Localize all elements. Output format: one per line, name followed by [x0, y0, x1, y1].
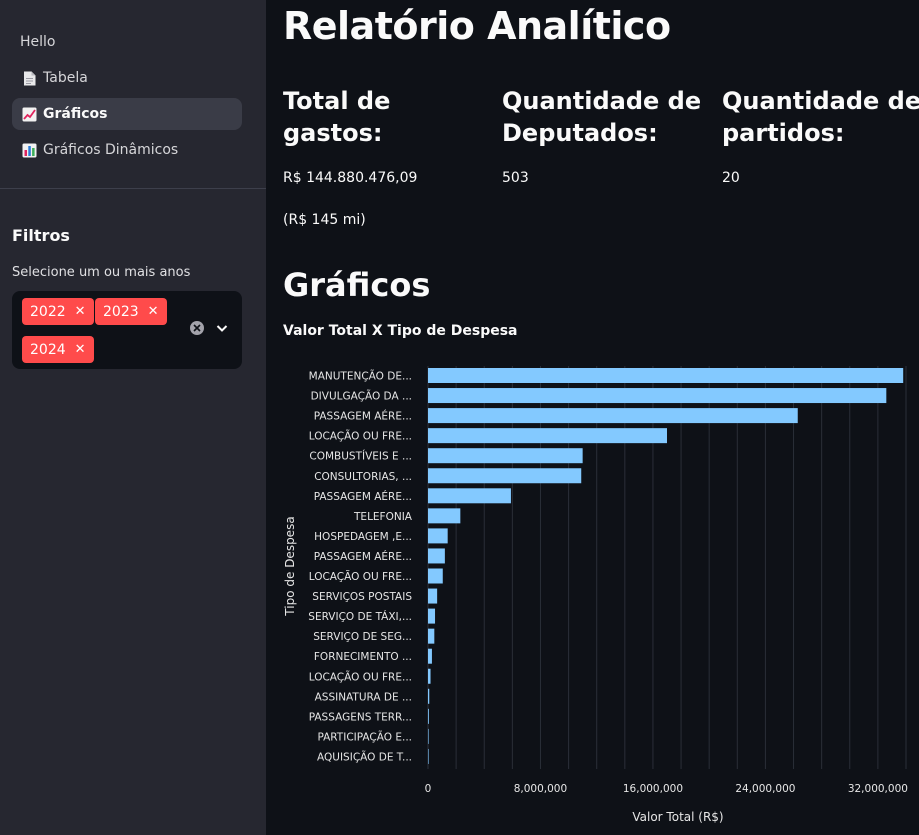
- year-tag[interactable]: 2022 ✕: [22, 298, 94, 325]
- metric-deputados-label: Quantidade de Deputados:: [502, 87, 702, 147]
- clear-all-icon[interactable]: [190, 321, 204, 335]
- bar-chart-icon: [20, 142, 38, 158]
- x-tick-label: 24,000,000: [735, 783, 795, 795]
- metric-total-gastos-value: R$ 144.880.476,09: [283, 170, 418, 186]
- year-tag[interactable]: 2023 ✕: [95, 298, 167, 325]
- metric-partidos-value: 20: [722, 170, 740, 186]
- nav-item-graficos-dinamicos[interactable]: Gráficos Dinâmicos: [12, 134, 242, 166]
- bar: [428, 588, 438, 604]
- page-title: Relatório Analítico: [283, 4, 671, 48]
- filters-heading: Filtros: [12, 226, 70, 245]
- main-content: Relatório Analítico Total de gastos: Qua…: [266, 0, 919, 835]
- category-label: SERVIÇOS POSTAIS: [312, 591, 412, 603]
- category-label: FORNECIMENTO ...: [314, 651, 412, 663]
- x-tick-label: 0: [425, 783, 432, 795]
- category-label: LOCAÇÃO OU FRE...: [309, 430, 412, 443]
- bar: [428, 388, 887, 404]
- bar: [428, 608, 436, 624]
- sidebar-nav: Hello Tabela Gráficos Gráficos Dinâmicos: [12, 26, 242, 170]
- bar: [428, 528, 448, 544]
- chevron-down-icon[interactable]: [215, 320, 229, 334]
- category-label: LOCAÇÃO OU FRE...: [309, 670, 412, 683]
- chart-title: Valor Total X Tipo de Despesa: [283, 323, 518, 339]
- year-multiselect[interactable]: 2022 ✕ 2023 ✕ 2024 ✕: [12, 291, 242, 369]
- metric-deputados-value: 503: [502, 170, 529, 186]
- category-label: SERVIÇO DE TÁXI,...: [308, 610, 412, 623]
- bar: [428, 748, 429, 764]
- nav-item-tabela[interactable]: Tabela: [12, 62, 242, 94]
- remove-tag-icon[interactable]: ✕: [75, 342, 86, 357]
- category-label: TELEFONIA: [353, 511, 413, 523]
- year-select-label: Selecione um ou mais anos: [12, 265, 191, 280]
- year-tag[interactable]: 2024 ✕: [22, 336, 94, 363]
- nav-item-label: Gráficos: [43, 106, 108, 122]
- year-tag-label: 2022: [30, 303, 66, 320]
- bar: [428, 728, 429, 744]
- category-label: AQUISIÇÃO DE T...: [317, 750, 412, 763]
- year-tag-label: 2024: [30, 341, 66, 358]
- chart-increasing-icon: [20, 106, 38, 122]
- x-tick-label: 32,000,000: [848, 783, 908, 795]
- bar: [428, 488, 511, 504]
- metric-total-gastos-label: Total de gastos:: [283, 87, 391, 147]
- category-label: PARTICIPAÇÃO E...: [317, 730, 412, 743]
- category-label: MANUTENÇÃO DE...: [309, 370, 412, 383]
- x-tick-label: 8,000,000: [514, 783, 567, 795]
- bar: [428, 708, 429, 724]
- bar: [428, 568, 443, 584]
- bar: [428, 448, 583, 464]
- category-label: PASSAGEM AÉRE...: [314, 410, 412, 423]
- category-label: PASSAGEM AÉRE...: [314, 550, 412, 563]
- bar: [428, 648, 432, 664]
- sidebar-divider: [0, 188, 266, 189]
- category-label: PASSAGEM AÉRE...: [314, 490, 412, 503]
- nav-item-hello[interactable]: Hello: [12, 26, 242, 58]
- bar-chart: MANUTENÇÃO DE... DIVULGAÇÃO DA ... PASSAGE…: [283, 366, 908, 824]
- category-label: DIVULGAÇÃO DA ...: [311, 390, 412, 403]
- y-axis-title: Tipo de Despesa: [283, 516, 297, 616]
- page-icon: [20, 70, 38, 86]
- nav-item-label: Hello: [20, 34, 56, 50]
- bar: [428, 628, 435, 644]
- section-title: Gráficos: [283, 266, 431, 304]
- bar: [428, 668, 431, 684]
- bar: [428, 688, 430, 704]
- bar: [428, 468, 582, 484]
- nav-item-label: Tabela: [43, 70, 88, 86]
- year-tag-label: 2023: [103, 303, 139, 320]
- x-axis-title: Valor Total (R$): [632, 810, 723, 824]
- category-label: ASSINATURA DE ...: [315, 691, 412, 703]
- remove-tag-icon[interactable]: ✕: [148, 304, 159, 319]
- category-label: HOSPEDAGEM ,E...: [314, 531, 412, 543]
- category-label: CONSULTORIAS, ...: [314, 471, 412, 483]
- bar: [428, 508, 461, 524]
- metric-partidos-label: Quantidade de partidos:: [722, 87, 919, 147]
- category-label: SERVIÇO DE SEG...: [313, 631, 412, 643]
- category-label: COMBUSTÍVEIS E ...: [309, 450, 412, 463]
- nav-item-label: Gráficos Dinâmicos: [43, 142, 179, 158]
- bar: [428, 428, 667, 444]
- bar: [428, 408, 798, 424]
- metric-total-gastos-summary: (R$ 145 mi): [283, 212, 366, 228]
- category-label: PASSAGENS TERR...: [309, 711, 412, 723]
- bar: [428, 548, 445, 564]
- sidebar: Hello Tabela Gráficos Gráficos Dinâmicos…: [0, 0, 266, 835]
- category-label: LOCAÇÃO OU FRE...: [309, 570, 412, 583]
- bar: [428, 368, 904, 383]
- remove-tag-icon[interactable]: ✕: [75, 304, 86, 319]
- x-tick-label: 16,000,000: [623, 783, 683, 795]
- nav-item-graficos[interactable]: Gráficos: [12, 98, 242, 130]
